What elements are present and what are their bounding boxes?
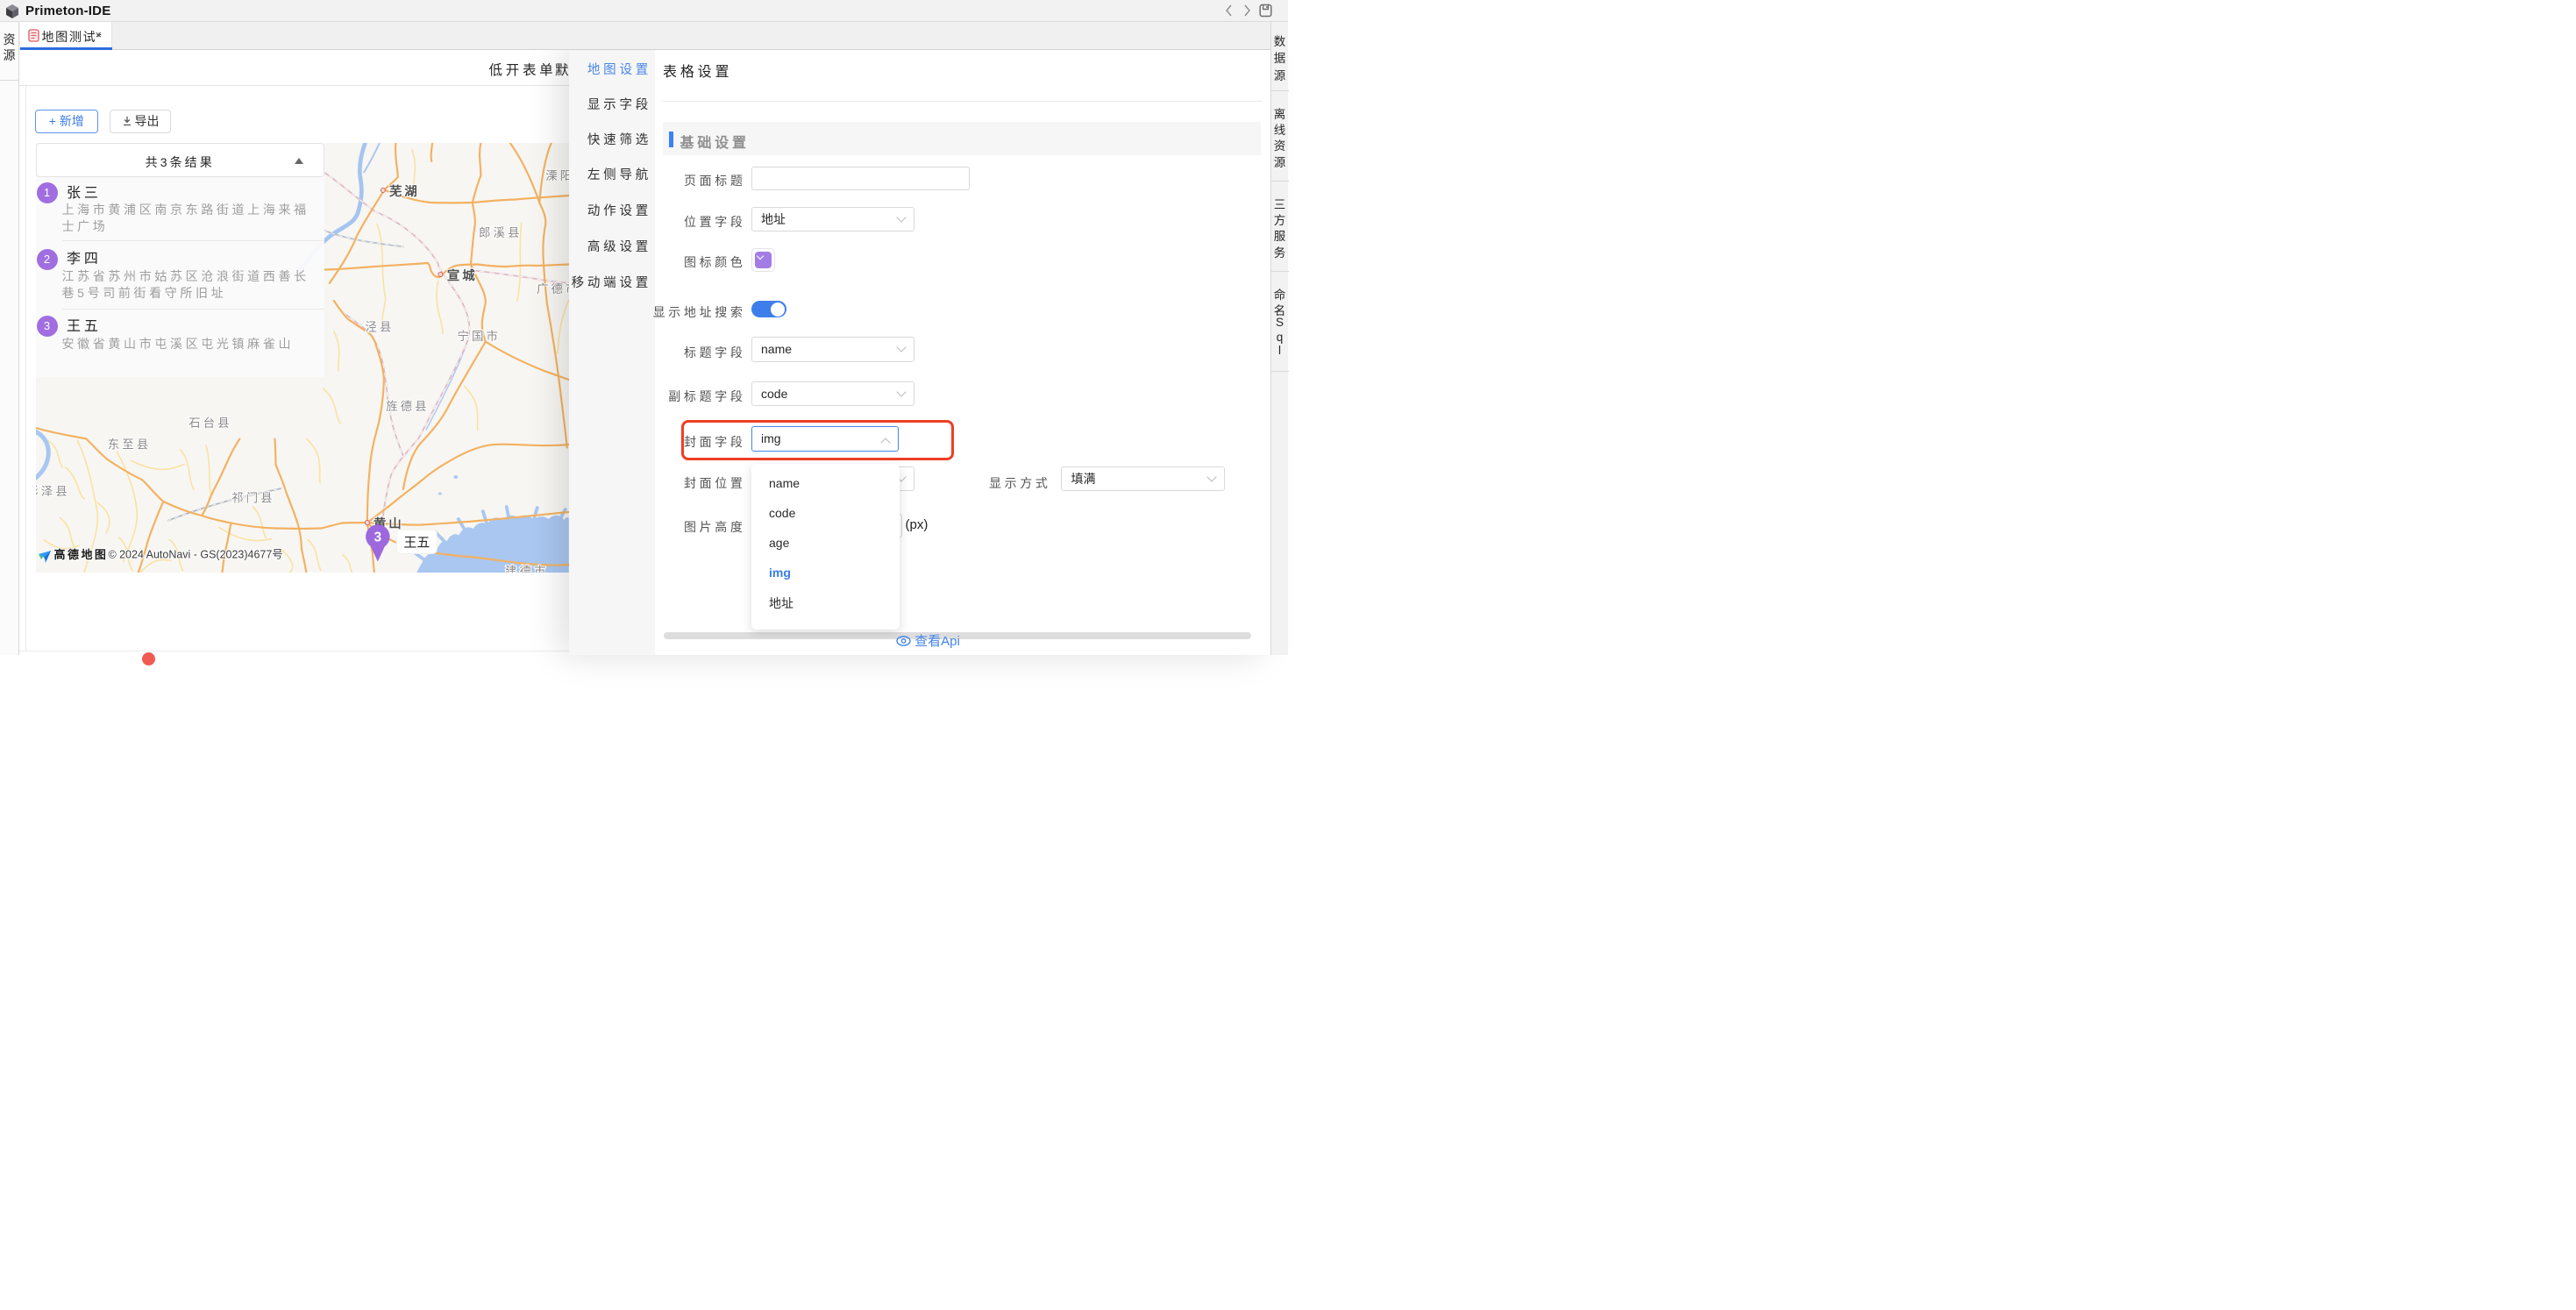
svg-text:3: 3 <box>374 530 381 545</box>
svg-text:溧阳: 溧阳 <box>545 168 568 182</box>
svg-text:东至县: 东至县 <box>107 438 150 451</box>
svg-text:宣城: 宣城 <box>447 267 478 282</box>
svg-text:彭泽县: 彭泽县 <box>36 484 70 497</box>
svg-text:广德市: 广德市 <box>537 281 569 295</box>
svg-text:王五: 王五 <box>403 535 430 550</box>
svg-text:建德市: 建德市 <box>505 563 548 573</box>
svg-text:祁门县: 祁门县 <box>231 491 274 504</box>
svg-text:泾县: 泾县 <box>365 320 394 333</box>
svg-text:郎溪县: 郎溪县 <box>479 225 522 239</box>
svg-text:高德地图: 高德地图 <box>53 547 108 560</box>
svg-text:旌德县: 旌德县 <box>386 399 429 412</box>
svg-text:芜湖: 芜湖 <box>389 182 420 198</box>
svg-text:石台县: 石台县 <box>189 416 231 429</box>
svg-text:宁国市: 宁国市 <box>457 328 500 342</box>
svg-text:© 2024 AutoNavi - GS(2023)4677: © 2024 AutoNavi - GS(2023)4677号 <box>108 548 282 560</box>
